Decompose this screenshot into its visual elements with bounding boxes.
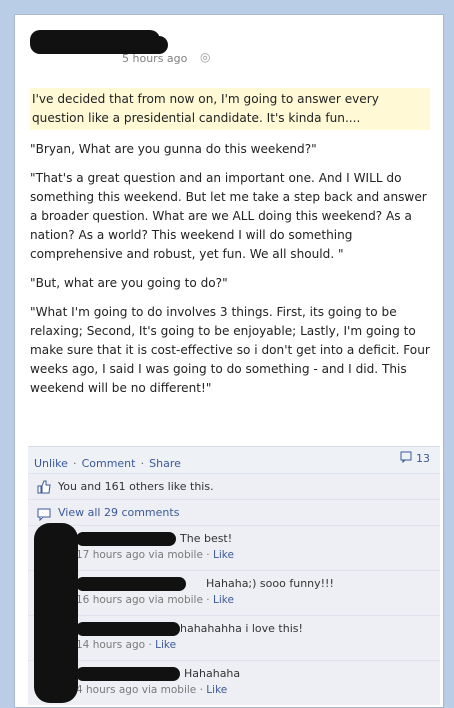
comment-time[interactable]: 4 hours ago via mobile [76, 684, 196, 696]
comment-author-redacted[interactable] [76, 667, 180, 681]
comment-text: Hahaha;) sooo funny!!! [206, 577, 334, 590]
post-paragraph-5: "What I'm going to do involves 3 things.… [30, 305, 430, 395]
comment-time[interactable]: 16 hours ago via mobile [76, 594, 203, 606]
comment-time[interactable]: 17 hours ago via mobile [76, 549, 203, 561]
comment-2: Hahaha;) sooo funny!!! 16 hours ago via … [28, 570, 440, 615]
comment-meta: 4 hours ago via mobile · Like [76, 684, 227, 696]
comment-text: Hahahaha [184, 667, 241, 680]
comment-meta: 14 hours ago · Like [76, 639, 176, 651]
unlike-link[interactable]: Unlike [34, 457, 68, 470]
share-count[interactable]: 13 [400, 451, 430, 466]
comment-separator: · [199, 684, 203, 696]
post-paragraph-3: "That's a great question and an importan… [30, 171, 427, 261]
post-time[interactable]: 5 hours ago [122, 52, 187, 65]
comment-meta: 16 hours ago via mobile · Like [76, 594, 234, 606]
view-all-comments-link[interactable]: View all 29 comments [58, 506, 179, 519]
comment-1: The best! 17 hours ago via mobile · Like [28, 525, 440, 570]
comment-author-redacted[interactable] [76, 622, 180, 636]
comment-like-link[interactable]: Like [155, 639, 176, 651]
comment-separator: · [148, 639, 152, 651]
comment-text: The best! [180, 532, 233, 545]
post-paragraph-1: I've decided that from now on, I'm going… [30, 88, 430, 130]
action-separator: · [140, 457, 145, 470]
view-all-comments[interactable]: View all 29 comments [28, 499, 440, 526]
comment-4: Hahahaha 4 hours ago via mobile · Like [28, 660, 440, 705]
comment-separator: · [206, 549, 210, 561]
post-paragraph-2: "Bryan, What are you gunna do this weeke… [30, 142, 317, 156]
post-body: I've decided that from now on, I'm going… [30, 88, 430, 408]
comment-text: hahahahha i love this! [180, 622, 303, 635]
likes-row[interactable]: You and 161 others like this. [28, 473, 440, 500]
comment-meta: 17 hours ago via mobile · Like [76, 549, 234, 561]
comment-author-redacted[interactable] [76, 577, 186, 591]
comment-like-link[interactable]: Like [213, 549, 234, 561]
redacted-commenters [34, 523, 78, 703]
post-paragraph-4: "But, what are you going to do?" [30, 276, 228, 290]
comment-icon [36, 506, 52, 522]
action-separator: · [72, 457, 77, 470]
comment-author-redacted[interactable] [76, 532, 176, 546]
comment-like-link[interactable]: Like [206, 684, 227, 696]
post-actions-bar: Unlike · Comment · Share 13 [28, 446, 440, 473]
globe-icon: ◎ [200, 50, 211, 64]
likes-text: You and 161 others like this. [58, 480, 214, 493]
comment-separator: · [206, 594, 210, 606]
post-header: 5 hours ago ◎ [30, 30, 430, 70]
thumbs-up-icon [36, 479, 52, 495]
comment-like-link[interactable]: Like [213, 594, 234, 606]
comment-link[interactable]: Comment [82, 457, 136, 470]
comment-bubble-icon [400, 451, 412, 466]
post-actions: Unlike · Comment · Share [34, 452, 181, 471]
comment-time[interactable]: 14 hours ago [76, 639, 145, 651]
comment-3: hahahahha i love this! 14 hours ago · Li… [28, 615, 440, 660]
share-link[interactable]: Share [149, 457, 181, 470]
share-count-value: 13 [416, 452, 430, 465]
